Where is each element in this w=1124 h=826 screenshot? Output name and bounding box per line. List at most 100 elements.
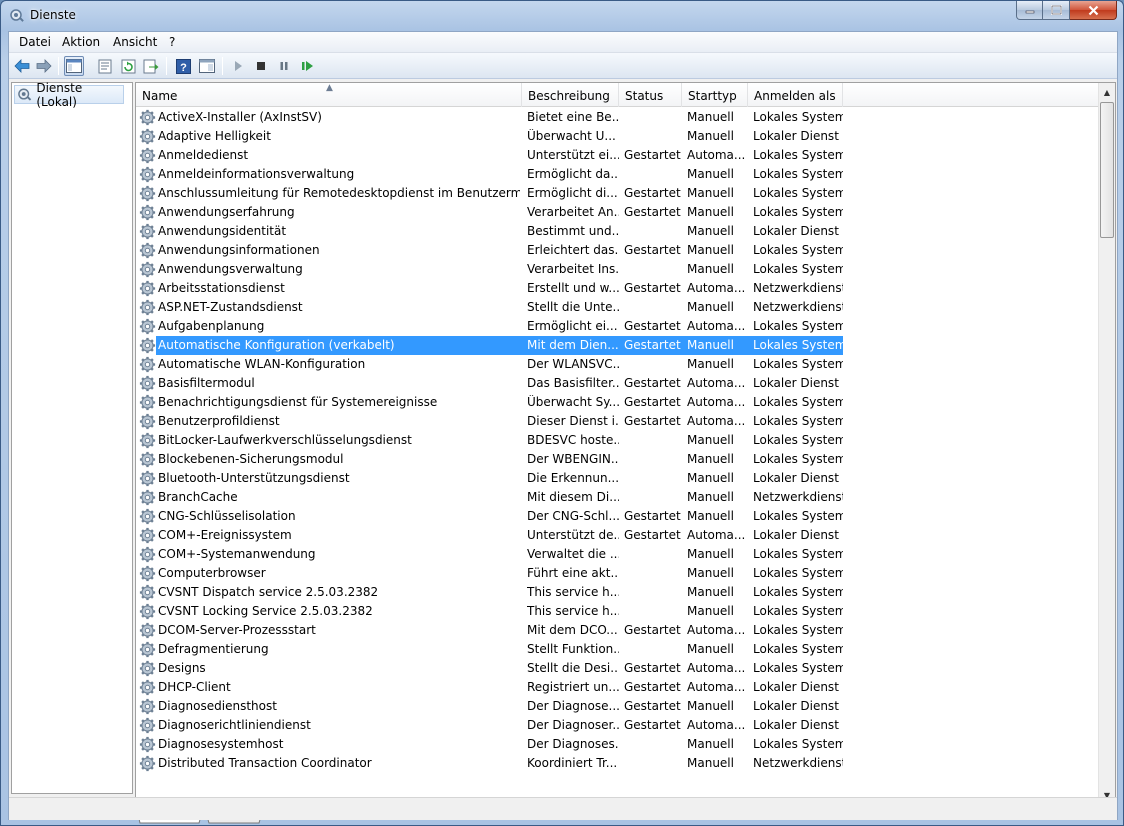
service-row-selected[interactable]: Automatische Konfiguration (verkabelt) M…	[136, 336, 1100, 355]
properties-icon	[98, 59, 112, 73]
service-row[interactable]: BitLocker-Laufwerkverschlüsselungsdienst…	[136, 431, 1100, 450]
service-description: Registriert un...	[527, 680, 619, 694]
menu-view[interactable]: Ansicht	[113, 35, 157, 49]
service-status: Gestartet	[624, 718, 681, 732]
service-description: Führt eine akt...	[527, 566, 619, 580]
gear-icon	[139, 185, 156, 202]
vertical-scrollbar[interactable]: ▲ ▼	[1098, 83, 1115, 803]
service-name: COM+-Ereignissystem	[158, 528, 292, 542]
service-row[interactable]: Blockebenen-Sicherungsmodul Der WBENGIN.…	[136, 450, 1100, 469]
service-logon-as: Lokales System	[753, 737, 843, 751]
gear-icon	[139, 584, 156, 601]
service-logon-as: Lokales System	[753, 110, 843, 124]
maximize-button[interactable]	[1043, 1, 1070, 20]
service-row[interactable]: Anwendungsverwaltung Verarbeitet Ins... …	[136, 260, 1100, 279]
forward-button[interactable]	[34, 56, 54, 76]
menu-help[interactable]: ?	[169, 35, 175, 49]
gear-icon	[139, 128, 156, 145]
service-row[interactable]: COM+-Systemanwendung Verwaltet die ... M…	[136, 545, 1100, 564]
column-header-name[interactable]: Name ▲	[136, 83, 522, 107]
show-hide-console-tree-button[interactable]	[64, 56, 84, 76]
column-header-status[interactable]: Status	[619, 83, 682, 107]
service-logon-as: Lokaler Dienst	[753, 528, 839, 542]
service-row[interactable]: Basisfiltermodul Das Basisfilter... Gest…	[136, 374, 1100, 393]
service-row[interactable]: Anmeldeinformationsverwaltung Ermöglicht…	[136, 165, 1100, 184]
scroll-up-icon[interactable]: ▲	[1099, 84, 1115, 101]
service-row[interactable]: Adaptive Helligkeit Überwacht U... Manue…	[136, 127, 1100, 146]
service-description: Stellt Funktion...	[527, 642, 619, 656]
service-row[interactable]: Bluetooth-Unterstützungsdienst Die Erken…	[136, 469, 1100, 488]
service-status: Gestartet	[624, 699, 681, 713]
service-row[interactable]: Anwendungsidentität Bestimmt und... Manu…	[136, 222, 1100, 241]
service-row[interactable]: Anwendungsinformationen Erleichtert das.…	[136, 241, 1100, 260]
service-row[interactable]: CNG-Schlüsselisolation Der CNG-Schl... G…	[136, 507, 1100, 526]
service-row[interactable]: CVSNT Locking Service 2.5.03.2382 This s…	[136, 602, 1100, 621]
tree-item-services-local[interactable]: Dienste (Lokal)	[14, 81, 124, 109]
close-button[interactable]	[1070, 1, 1117, 20]
service-row[interactable]: BranchCache Mit diesem Di... Manuell Net…	[136, 488, 1100, 507]
service-row[interactable]: Defragmentierung Stellt Funktion... Manu…	[136, 640, 1100, 659]
restart-service-button[interactable]	[298, 56, 318, 76]
service-row[interactable]: COM+-Ereignissystem Unterstützt de... Ge…	[136, 526, 1100, 545]
title-bar[interactable]: Dienste	[1, 1, 1123, 31]
service-description: Der Diagnoser...	[527, 718, 619, 732]
back-button[interactable]	[12, 56, 32, 76]
service-startup-type: Automa...	[687, 395, 746, 409]
service-logon-as: Lokaler Dienst	[753, 129, 839, 143]
service-row[interactable]: Benachrichtigungsdienst für Systemereign…	[136, 393, 1100, 412]
service-row[interactable]: ASP.NET-Zustandsdienst Stellt die Unte..…	[136, 298, 1100, 317]
scroll-thumb[interactable]	[1100, 102, 1114, 238]
service-startup-type: Manuell	[687, 490, 734, 504]
service-row[interactable]: Anwendungserfahrung Verarbeitet An... Ge…	[136, 203, 1100, 222]
help-button[interactable]: ?	[173, 56, 193, 76]
service-row[interactable]: Anschlussumleitung für Remotedesktopdien…	[136, 184, 1100, 203]
service-row[interactable]: CVSNT Dispatch service 2.5.03.2382 This …	[136, 583, 1100, 602]
column-header-startup[interactable]: Starttyp	[682, 83, 748, 107]
column-header-description[interactable]: Beschreibung	[522, 83, 619, 107]
service-row[interactable]: Benutzerprofildienst Dieser Dienst i... …	[136, 412, 1100, 431]
column-header-logon[interactable]: Anmelden als	[748, 83, 843, 107]
show-action-pane-button[interactable]	[197, 56, 217, 76]
service-description: Ermöglicht da...	[527, 167, 619, 181]
properties-button[interactable]	[95, 56, 115, 76]
service-logon-as: Lokaler Dienst	[753, 376, 839, 390]
gear-icon	[139, 489, 156, 506]
service-row[interactable]: Computerbrowser Führt eine akt... Manuel…	[136, 564, 1100, 583]
service-startup-type: Automa...	[687, 718, 746, 732]
service-name: DCOM-Server-Prozessstart	[158, 623, 316, 637]
service-startup-type: Manuell	[687, 129, 734, 143]
help-icon: ?	[175, 58, 191, 74]
service-row[interactable]: Diagnosesystemhost Der Diagnoses... Manu…	[136, 735, 1100, 754]
console-tree-icon	[66, 59, 82, 73]
service-logon-as: Lokales System	[753, 148, 843, 162]
gear-icon	[139, 356, 156, 373]
service-logon-as: Lokales System	[753, 205, 843, 219]
start-service-button[interactable]	[228, 56, 248, 76]
menu-file[interactable]: Datei	[19, 35, 51, 49]
service-row[interactable]: Anmeldedienst Unterstützt ei... Gestarte…	[136, 146, 1100, 165]
service-logon-as: Lokales System	[753, 186, 843, 200]
refresh-button[interactable]	[118, 56, 138, 76]
service-row[interactable]: Arbeitsstationsdienst Erstellt und w... …	[136, 279, 1100, 298]
service-name: COM+-Systemanwendung	[158, 547, 316, 561]
service-row[interactable]: Distributed Transaction Coordinator Koor…	[136, 754, 1100, 773]
service-row[interactable]: Aufgabenplanung Ermöglicht ei... Gestart…	[136, 317, 1100, 336]
service-name: Defragmentierung	[158, 642, 269, 656]
service-description: Ermöglicht di...	[527, 186, 618, 200]
service-row[interactable]: Diagnosediensthost Der Diagnose... Gesta…	[136, 697, 1100, 716]
menu-action[interactable]: Aktion	[62, 35, 100, 49]
close-icon	[1088, 5, 1098, 15]
service-description: Der WBENGIN...	[527, 452, 619, 466]
service-row[interactable]: Designs Stellt die Desi... Gestartet Aut…	[136, 659, 1100, 678]
export-list-button[interactable]	[141, 56, 161, 76]
service-description: Erstellt und w...	[527, 281, 619, 295]
services-app-icon	[10, 9, 24, 22]
stop-service-button[interactable]	[251, 56, 271, 76]
service-row[interactable]: DHCP-Client Registriert un... Gestartet …	[136, 678, 1100, 697]
service-row[interactable]: Automatische WLAN-Konfiguration Der WLAN…	[136, 355, 1100, 374]
service-row[interactable]: Diagnoserichtliniendienst Der Diagnoser.…	[136, 716, 1100, 735]
pause-service-button[interactable]	[274, 56, 294, 76]
minimize-button[interactable]	[1016, 1, 1043, 20]
service-row[interactable]: DCOM-Server-Prozessstart Mit dem DCO... …	[136, 621, 1100, 640]
service-row[interactable]: ActiveX-Installer (AxInstSV) Bietet eine…	[136, 108, 1100, 127]
